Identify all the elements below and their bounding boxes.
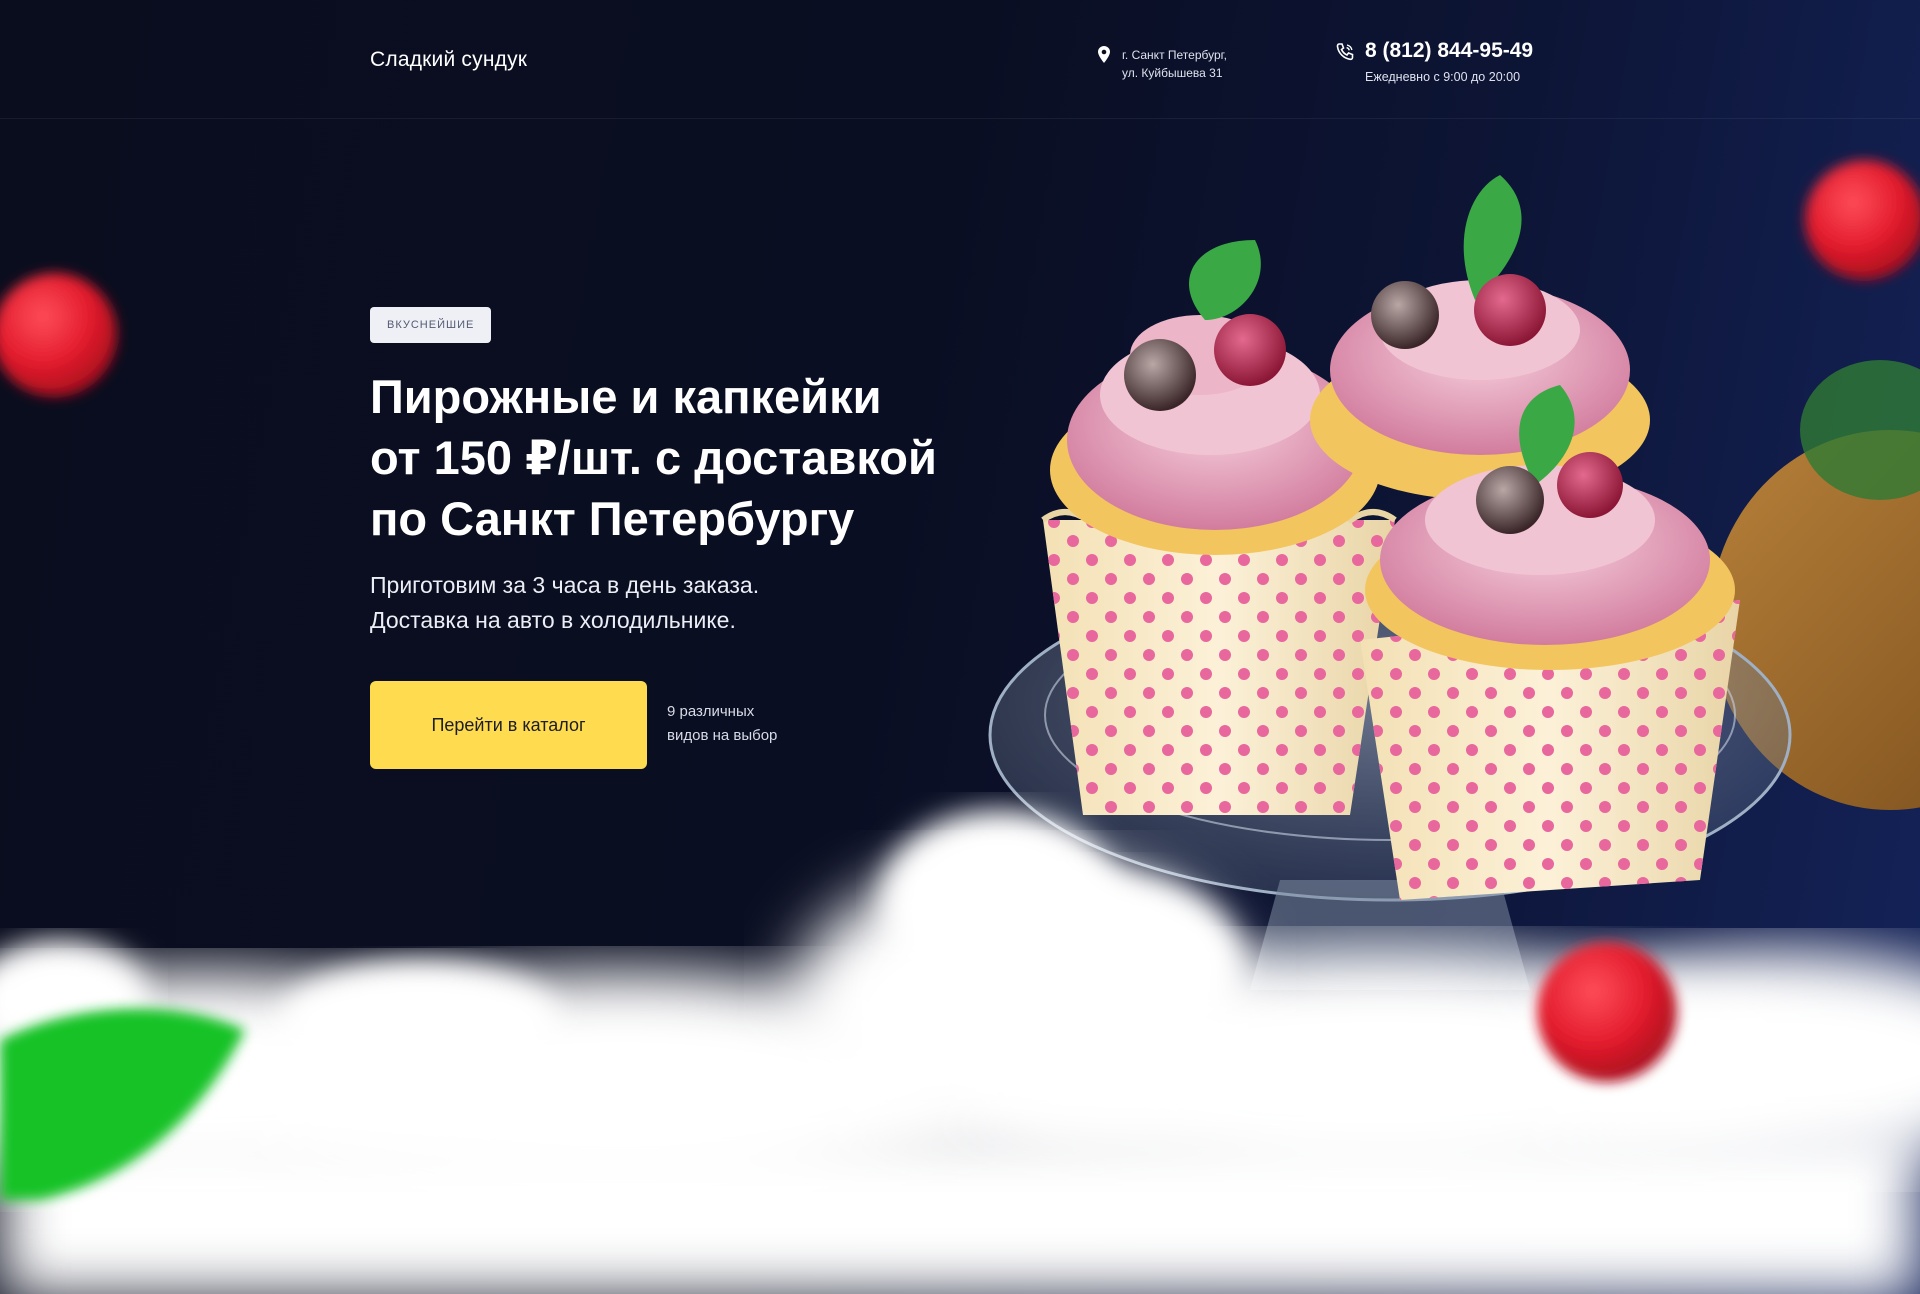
address-block: г. Санкт Петербург, ул. Куйбышева 31 (1098, 46, 1227, 82)
hero-artwork (0, 160, 1920, 1294)
cta-note-line-2: видов на выбор (667, 727, 778, 744)
subtitle-line-1: Приготовим за 3 часа в день заказа. (370, 572, 760, 598)
hero-badge: ВКУСНЕЙШИЕ (370, 307, 492, 343)
phone-number[interactable]: 8 (812) 844-95-49 (1365, 38, 1533, 64)
hero-headline: Пирожные и капкейки от 150 ₽/шт. с доста… (370, 366, 1010, 549)
subtitle-line-2: Доставка на авто в холодильнике. (370, 607, 736, 633)
cta-note: 9 различных видов на выбор (667, 700, 777, 748)
cupcake-left (1041, 240, 1397, 815)
headline-line-2: от 150 ₽/шт. с доставкой (370, 431, 937, 484)
landing-page: Сладкий сундук г. Санкт Петербург, ул. К… (0, 0, 1920, 1294)
address-line-1: г. Санкт Петербург, (1122, 48, 1227, 62)
headline-line-3: по Санкт Петербургу (370, 492, 855, 545)
phone-icon (1336, 43, 1354, 61)
cupcake-back (1310, 175, 1650, 500)
headline-line-1: Пирожные и капкейки (370, 370, 882, 423)
address-text: г. Санкт Петербург, ул. Куйбышева 31 (1122, 46, 1227, 82)
hero-subtitle: Приготовим за 3 часа в день заказа. Дост… (370, 568, 759, 638)
location-pin-icon (1098, 46, 1110, 63)
working-hours: Ежедневно с 9:00 до 20:00 (1365, 70, 1521, 84)
catalog-button[interactable]: Перейти в каталог (370, 681, 647, 769)
logo[interactable]: Сладкий сундук (370, 48, 527, 72)
phone-text: 8 (812) 844-95-49 Ежедневно с 9:00 до 20… (1365, 38, 1533, 84)
cta-note-line-1: 9 различных (667, 703, 755, 720)
phone-block: 8 (812) 844-95-49 Ежедневно с 9:00 до 20… (1335, 38, 1533, 84)
address-line-2: ул. Куйбышева 31 (1122, 66, 1223, 80)
site-header: Сладкий сундук г. Санкт Петербург, ул. К… (0, 0, 1920, 119)
